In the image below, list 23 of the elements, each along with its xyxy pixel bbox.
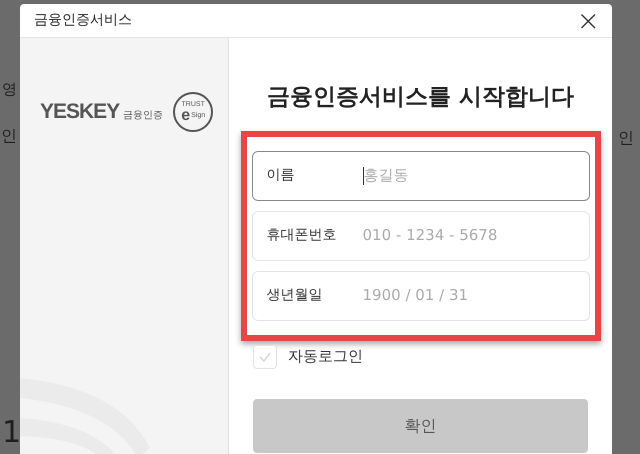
check-icon <box>258 350 272 364</box>
text-cursor <box>362 166 364 184</box>
placeholder-text: 010 - 1234 - 5678 <box>362 225 498 246</box>
field-label: 생년월일 <box>266 286 324 305</box>
logo-badge-letter: e <box>181 108 190 124</box>
field-label: 이름 <box>266 166 296 185</box>
background-text: 인 <box>1 128 17 144</box>
input-field[interactable]: 생년월일 1900 / 01 / 31 <box>252 270 590 320</box>
placeholder-text: 홍길동 <box>364 165 408 186</box>
background-text: 인 <box>618 130 634 146</box>
logo-subtitle: 금융인증 <box>123 108 164 122</box>
background-text: 1 <box>2 418 22 448</box>
input-field[interactable]: 휴대폰번호 010 - 1234 - 5678 <box>252 210 590 260</box>
logo-wordmark: YESKEY <box>40 99 120 126</box>
placeholder-text: 1900 / 01 / 31 <box>362 285 468 306</box>
input-field[interactable]: 이름 홍길동 <box>252 150 590 200</box>
heading: 금융인증서비스를 시작합니다 <box>266 83 574 112</box>
dialog-title: 금융인증서비스 <box>34 11 132 30</box>
close-button[interactable]: × <box>572 6 604 34</box>
checkbox-label: 자동로그인 <box>288 346 363 368</box>
field-label: 휴대폰번호 <box>266 226 338 245</box>
background-text: 영 <box>2 82 17 97</box>
checkbox[interactable] <box>253 344 277 368</box>
